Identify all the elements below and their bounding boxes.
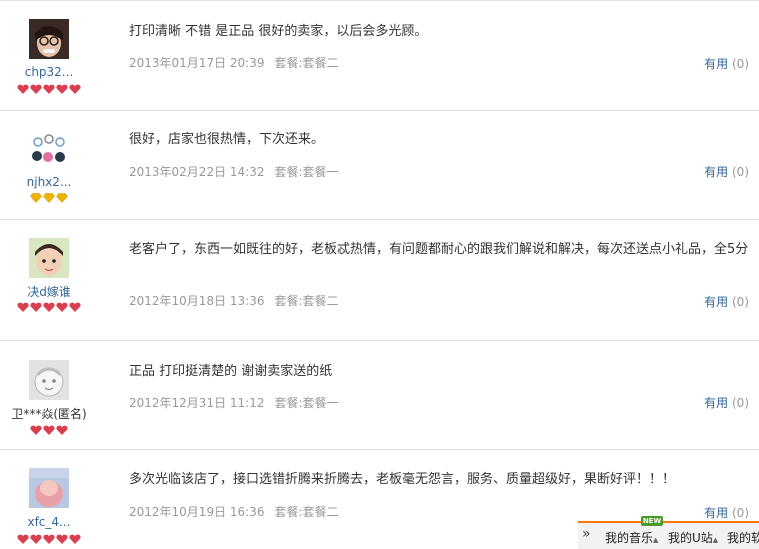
red-heart-icon <box>17 302 29 312</box>
caret-up-icon: ▲ <box>653 536 659 544</box>
review-item: njhx2... 很好，店家也很热情，下次还来。 2013年02月22日 14:… <box>0 110 759 220</box>
review-date: 2013年02月22日 14:32 <box>129 165 265 179</box>
review-meta: 2013年01月17日 20:39 套餐:套餐二 <box>129 54 339 71</box>
useful-count: (0) <box>732 506 749 520</box>
red-heart-icon <box>43 425 55 435</box>
toolbar-my-ustation-label: 我的U站 <box>668 531 713 545</box>
review-item: chp32... 打印清晰 不错 是正品 很好的卖家，以后会多光顾。 2013年… <box>0 0 759 111</box>
bottom-toolbar: » NEW 我的音乐▲ 我的U站▲ 我的软 <box>578 516 759 549</box>
review-package: 套餐:套餐一 <box>274 396 339 410</box>
useful-button[interactable]: 有用 (0) <box>704 293 749 310</box>
review-date: 2012年10月19日 16:36 <box>129 505 265 519</box>
review-content: 正品 打印挺清楚的 谢谢卖家送的纸 <box>129 364 333 379</box>
red-heart-icon <box>30 302 42 312</box>
useful-label[interactable]: 有用 <box>704 57 728 71</box>
expand-icon[interactable]: » <box>582 526 591 542</box>
useful-count: (0) <box>732 396 749 410</box>
username[interactable]: chp32... <box>0 65 98 79</box>
useful-label[interactable]: 有用 <box>704 165 728 179</box>
new-badge: NEW <box>641 516 663 526</box>
useful-button[interactable]: 有用 (0) <box>704 394 749 411</box>
red-heart-icon <box>56 534 68 544</box>
toolbar-my-music[interactable]: 我的音乐▲ <box>605 529 658 546</box>
review-date: 2012年10月18日 13:36 <box>129 294 265 308</box>
red-heart-icon <box>56 425 68 435</box>
useful-count: (0) <box>732 57 749 71</box>
red-heart-icon <box>43 302 55 312</box>
gold-diamond-icon <box>30 193 42 203</box>
user-avatar[interactable] <box>29 360 69 400</box>
username[interactable]: xfc_4... <box>0 515 98 529</box>
review-date: 2012年12月31日 11:12 <box>129 396 265 410</box>
review-item: 决d嫁谁 老客户了，东西一如既往的好，老板忒热情，有问题都耐心的跟我们解说和解决… <box>0 220 759 341</box>
review-item: 卫***焱(匿名) 正品 打印挺清楚的 谢谢卖家送的纸 2012年12月31日 … <box>0 341 759 450</box>
gold-diamond-icon <box>43 193 55 203</box>
review-package: 套餐:套餐二 <box>274 505 339 519</box>
red-heart-icon <box>69 84 81 94</box>
toolbar-my-music-label: 我的音乐 <box>605 531 654 545</box>
red-heart-icon <box>43 534 55 544</box>
red-heart-icon <box>56 84 68 94</box>
useful-count: (0) <box>732 165 749 179</box>
review-content: 打印清晰 不错 是正品 很好的卖家，以后会多光顾。 <box>129 24 428 39</box>
gold-diamond-icon <box>56 193 68 203</box>
useful-label[interactable]: 有用 <box>704 295 728 309</box>
red-heart-icon <box>69 534 81 544</box>
review-package: 套餐:套餐一 <box>274 165 339 179</box>
review-date: 2013年01月17日 20:39 <box>129 56 265 70</box>
toolbar-more-label: 我的软 <box>727 531 759 545</box>
review-meta: 2012年12月31日 11:12 套餐:套餐一 <box>129 394 339 411</box>
useful-button[interactable]: 有用 (0) <box>704 55 749 72</box>
red-heart-icon <box>30 84 42 94</box>
red-heart-icon <box>30 534 42 544</box>
useful-label[interactable]: 有用 <box>704 396 728 410</box>
useful-button[interactable]: 有用 (0) <box>704 504 749 521</box>
useful-label[interactable]: 有用 <box>704 506 728 520</box>
buyer-rank <box>0 84 98 94</box>
review-meta: 2012年10月18日 13:36 套餐:套餐二 <box>129 292 339 309</box>
useful-count: (0) <box>732 295 749 309</box>
username[interactable]: 卫***焱(匿名) <box>0 405 98 422</box>
review-content: 多次光临该店了，接口选错折腾来折腾去，老板毫无怨言，服务、质量超级好，果断好评！… <box>129 472 676 487</box>
user-avatar[interactable] <box>29 130 69 170</box>
caret-up-icon: ▲ <box>712 536 719 544</box>
review-package: 套餐:套餐二 <box>274 294 339 308</box>
review-content: 老客户了，东西一如既往的好，老板忒热情，有问题都耐心的跟我们解说和解决，每次还送… <box>129 242 749 257</box>
username[interactable]: 决d嫁谁 <box>0 283 98 300</box>
useful-button[interactable]: 有用 (0) <box>704 163 749 180</box>
red-heart-icon <box>69 302 81 312</box>
buyer-rank <box>0 193 98 203</box>
review-meta: 2012年10月19日 16:36 套餐:套餐二 <box>129 503 339 520</box>
user-avatar[interactable] <box>29 468 69 508</box>
buyer-rank <box>0 425 98 435</box>
buyer-rank <box>0 534 98 544</box>
review-content: 很好，店家也很热情，下次还来。 <box>129 132 325 147</box>
red-heart-icon <box>17 84 29 94</box>
user-avatar[interactable] <box>29 238 69 278</box>
review-meta: 2013年02月22日 14:32 套餐:套餐一 <box>129 163 339 180</box>
red-heart-icon <box>56 302 68 312</box>
username[interactable]: njhx2... <box>0 175 98 189</box>
buyer-rank <box>0 302 98 312</box>
review-package: 套餐:套餐二 <box>274 56 339 70</box>
red-heart-icon <box>17 534 29 544</box>
user-avatar[interactable] <box>29 19 69 59</box>
red-heart-icon <box>30 425 42 435</box>
red-heart-icon <box>43 84 55 94</box>
toolbar-more[interactable]: 我的软 <box>727 529 759 546</box>
toolbar-my-ustation[interactable]: 我的U站▲ <box>668 529 718 546</box>
